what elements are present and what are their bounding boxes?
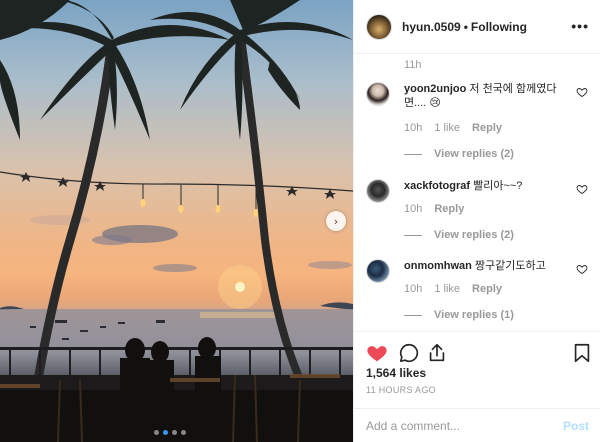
reply-button[interactable]: Reply [434,203,464,215]
share-icon[interactable] [426,342,448,364]
comment-item: onmomhwan 짱구같기도하고 10h 1 like Reply View … [366,259,596,329]
comment-meta: 10h Reply [404,203,464,215]
author-username[interactable]: hyun.0509 [402,20,461,34]
comment-item: xackfotograf 빨리아~~? 10h Reply View repli… [366,179,596,241]
comment-time: 10h [404,203,423,215]
following-button[interactable]: Following [471,20,527,34]
comment-icon[interactable] [398,342,420,364]
bookmark-icon[interactable] [571,342,593,364]
more-options-icon[interactable]: ••• [571,18,589,34]
carousel-indicator [154,430,186,435]
carousel-dot [154,430,159,435]
comment-like-icon[interactable] [576,86,588,98]
comment-username[interactable]: onmomhwan [404,260,472,272]
comment-likes[interactable]: 1 like [434,283,460,295]
add-comment-input[interactable] [366,419,563,433]
view-replies-line [404,234,422,236]
view-replies-button[interactable]: View replies (1) [404,309,514,321]
comment-meta: 10h 1 like Reply [404,122,502,134]
instagram-post: › hyun.0509 • Following ••• 11h yoon2unj… [0,0,600,442]
comment-body: yoon2unjoo 저 천국에 함께였다면.... 😢 [404,82,569,110]
commenter-avatar[interactable] [366,259,390,283]
view-replies-button[interactable]: View replies (2) [404,229,514,241]
sunset-beach-scene [0,0,353,442]
view-replies-button[interactable]: View replies (2) [404,148,514,160]
header-separator: • [463,19,468,34]
comment-text: 빨리아~~? [473,180,523,192]
view-replies-label: View replies (1) [434,309,514,321]
comment-time: 10h [404,283,423,295]
comment-likes[interactable]: 1 like [434,122,460,134]
commenter-avatar[interactable] [366,82,390,106]
carousel-next-button[interactable]: › [326,211,346,231]
post-comment-button[interactable]: Post [563,419,589,433]
reply-button[interactable]: Reply [472,283,502,295]
post-photo[interactable]: › [0,0,353,442]
post-side-panel: hyun.0509 • Following ••• 11h yoon2unjoo… [353,0,600,442]
author-avatar[interactable] [366,13,392,40]
carousel-dot [172,430,177,435]
view-replies-line [404,314,422,316]
commenter-avatar[interactable] [366,179,390,203]
post-actions: 1,564 likes 11 HOURS AGO Post [354,331,600,442]
comment-like-icon[interactable] [576,263,588,275]
comment-username[interactable]: yoon2unjoo [404,83,466,95]
add-comment-bar: Post [354,408,600,442]
carousel-dot-active [163,430,168,435]
caption-timestamp: 11h [404,59,422,71]
comment-like-icon[interactable] [576,183,588,195]
carousel-dot [181,430,186,435]
likes-count[interactable]: 1,564 likes [366,366,426,380]
comment-item: yoon2unjoo 저 천국에 함께였다면.... 😢 10h 1 like … [366,82,596,162]
comment-body: xackfotograf 빨리아~~? [404,179,569,193]
comment-text: 짱구같기도하고 [474,260,546,272]
comment-body: onmomhwan 짱구같기도하고 [404,259,569,273]
comment-meta: 10h 1 like Reply [404,283,502,295]
view-replies-label: View replies (2) [434,229,514,241]
post-header: hyun.0509 • Following ••• [354,0,600,54]
chevron-right-icon: › [333,214,339,228]
comment-username[interactable]: xackfotograf [404,180,470,192]
comment-time: 10h [404,122,423,134]
comments-list[interactable]: 11h yoon2unjoo 저 천국에 함께였다면.... 😢 10h 1 l… [354,55,600,331]
view-replies-label: View replies (2) [434,148,514,160]
post-timestamp: 11 HOURS AGO [366,385,436,395]
action-icon-row [366,342,591,364]
reply-button[interactable]: Reply [472,122,502,134]
view-replies-line [404,153,422,155]
heart-filled-icon[interactable] [366,342,388,364]
